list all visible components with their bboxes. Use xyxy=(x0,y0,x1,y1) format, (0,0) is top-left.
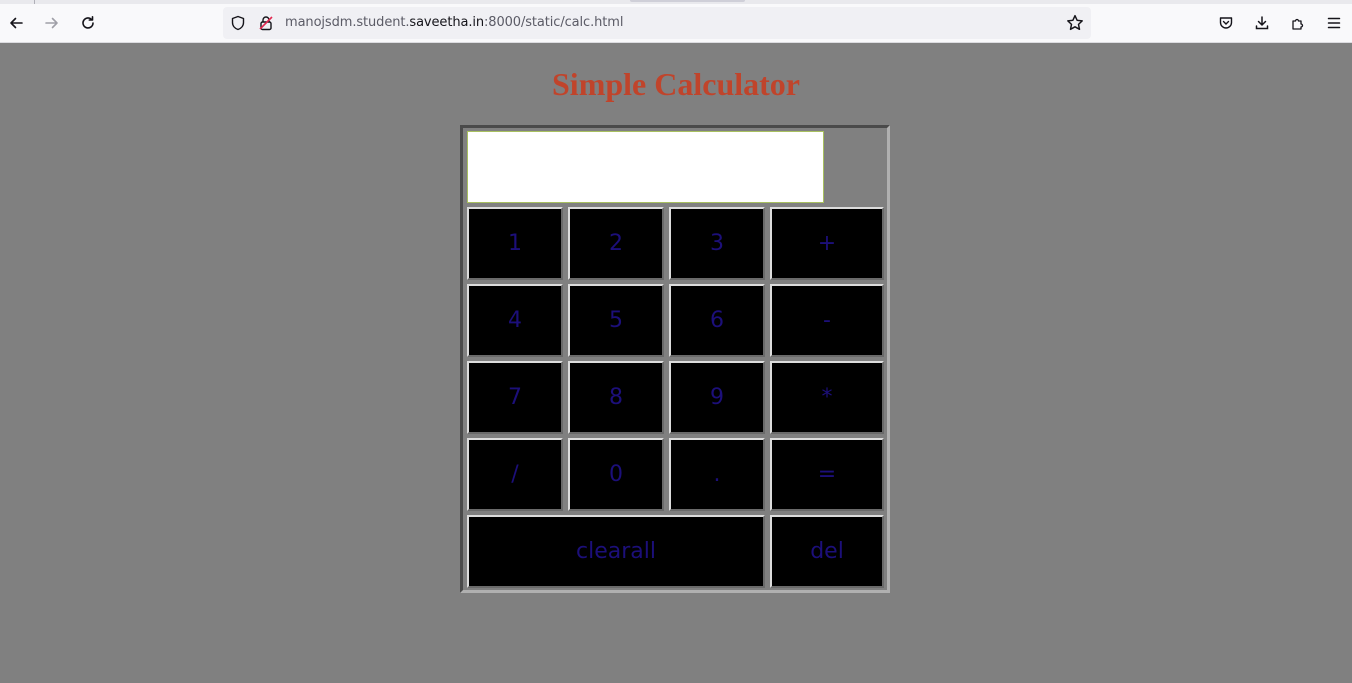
browser-toolbar: manojsdm.student.saveetha.in:8000/static… xyxy=(0,4,1352,43)
page-title: Simple Calculator xyxy=(552,66,800,102)
downloads-button[interactable] xyxy=(1253,14,1271,32)
clear-all-button[interactable]: clearall xyxy=(467,515,765,588)
url-suffix: :8000/static/calc.html xyxy=(484,15,624,30)
delete-button[interactable]: del xyxy=(770,515,884,588)
calculator-display[interactable] xyxy=(467,131,824,203)
url-text[interactable]: manojsdm.student.saveetha.in:8000/static… xyxy=(285,15,623,30)
forward-button[interactable] xyxy=(41,12,63,34)
app-menu-button[interactable] xyxy=(1325,14,1343,32)
reload-button[interactable] xyxy=(77,12,99,34)
key-0-button[interactable]: 0 xyxy=(568,438,664,511)
key-6-button[interactable]: 6 xyxy=(669,284,765,357)
lock-icon[interactable] xyxy=(258,15,274,31)
url-domain: saveetha.in xyxy=(409,15,485,30)
decimal-button[interactable]: . xyxy=(669,438,765,511)
calculator-panel: 1 2 3 + 4 5 6 - 7 8 9 * / 0 . = clearall… xyxy=(460,125,890,593)
key-1-button[interactable]: 1 xyxy=(467,207,563,280)
star-icon[interactable] xyxy=(1066,14,1084,32)
key-8-button[interactable]: 8 xyxy=(568,361,664,434)
plus-button[interactable]: + xyxy=(770,207,884,280)
equals-button[interactable]: = xyxy=(770,438,884,511)
key-3-button[interactable]: 3 xyxy=(669,207,765,280)
download-icon xyxy=(1255,16,1269,30)
url-prefix: manojsdm.student. xyxy=(285,15,410,30)
multiply-button[interactable]: * xyxy=(770,361,884,434)
minus-button[interactable]: - xyxy=(770,284,884,357)
forward-icon xyxy=(45,17,58,29)
back-button[interactable] xyxy=(5,12,27,34)
address-bar[interactable]: manojsdm.student.saveetha.in:8000/static… xyxy=(223,7,1091,39)
pocket-button[interactable] xyxy=(1217,14,1235,32)
shield-icon[interactable] xyxy=(230,15,246,31)
divide-button[interactable]: / xyxy=(467,438,563,511)
reload-icon xyxy=(82,16,94,29)
active-tab-indicator xyxy=(630,0,745,2)
back-icon xyxy=(10,17,23,29)
key-9-button[interactable]: 9 xyxy=(669,361,765,434)
menu-icon xyxy=(1327,17,1341,29)
key-2-button[interactable]: 2 xyxy=(568,207,664,280)
key-4-button[interactable]: 4 xyxy=(467,284,563,357)
key-7-button[interactable]: 7 xyxy=(467,361,563,434)
pocket-icon xyxy=(1219,17,1233,29)
key-5-button[interactable]: 5 xyxy=(568,284,664,357)
extensions-icon xyxy=(1292,18,1304,30)
extensions-button[interactable] xyxy=(1289,14,1307,32)
